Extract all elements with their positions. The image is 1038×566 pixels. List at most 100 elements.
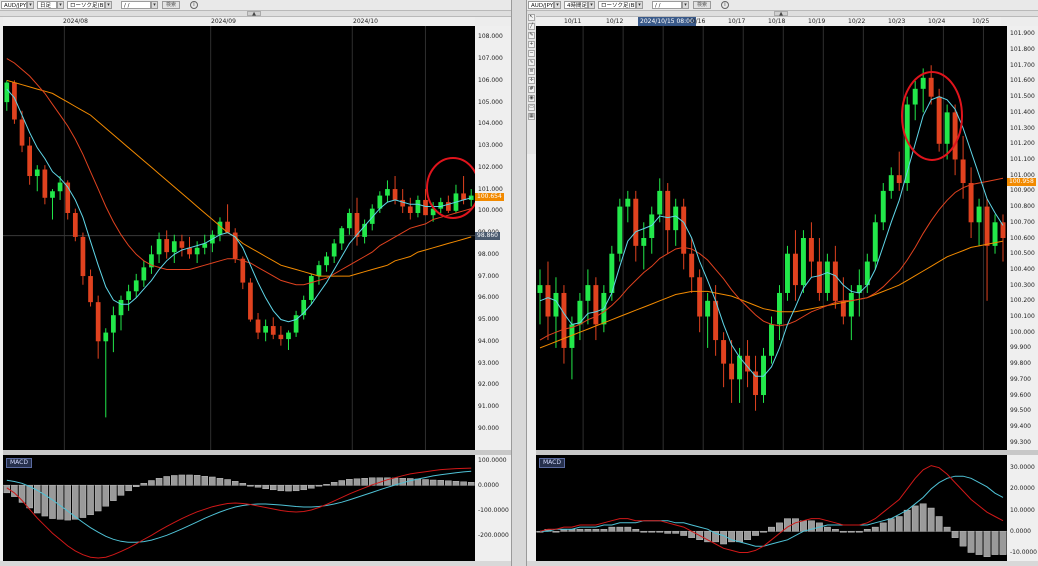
print-tool-icon[interactable]: ▭ [528,104,535,111]
candle-body [72,212,78,237]
histogram-bar [768,526,775,532]
zoom-in-icon[interactable]: + [528,41,535,48]
symbol-select[interactable]: AUD/JPY [1,1,27,9]
chart-type-select[interactable]: ローソク足(BID) [598,1,636,9]
histogram-bar [552,531,560,533]
price-tick: 99.700 [1010,375,1031,383]
candle-body [88,276,93,303]
price-tick: 100.900 [1010,187,1035,195]
price-tick: 99.500 [1010,407,1031,415]
info-icon[interactable]: i [721,1,729,9]
candle-body [347,212,352,229]
histogram-bar [975,531,983,555]
date-label: 10/12 [606,18,624,25]
macd-axis: 100.0000 0.0000 -100.0000 -200.0000 [475,455,511,561]
calendar-dropdown-icon[interactable]: ▾ [151,1,158,9]
chart-type-dropdown-icon[interactable]: ▾ [636,1,643,9]
symbol-select[interactable]: AUD/JPY [528,1,554,9]
chart-window-daily: AUD/JPY ▾ 日足 ▾ ローソク足(BID) ▾ / / ▾ 検索 i ▲… [0,0,511,566]
histogram-bar [201,476,208,486]
search-button[interactable]: 検索 [162,1,181,9]
candle-body [721,340,727,364]
candle-body [423,199,428,216]
histogram-bar [338,480,346,486]
macd-panel[interactable]: MACD [536,455,1007,561]
collapse-arrow-icon[interactable]: ▲ [774,11,788,17]
layout-tool-icon[interactable]: ▦ [528,113,535,120]
date-input[interactable]: / / [652,1,682,9]
candle-body [872,222,878,262]
macd-label: MACD [539,458,565,468]
calendar-dropdown-icon[interactable]: ▾ [682,1,689,9]
price-tick: 91.000 [478,403,499,410]
eye-tool-icon[interactable]: ◉ [528,95,535,102]
bottom-scrollbar[interactable] [527,561,1038,566]
candle-body [976,206,982,223]
zoom-out-icon[interactable]: − [528,50,535,57]
date-input[interactable]: / / [121,1,151,9]
candle-body [553,292,559,317]
grid-tool-icon[interactable]: # [528,86,535,93]
candle-body [920,77,926,89]
histogram-bar [315,485,323,487]
histogram-bar [277,485,285,492]
candle-body [111,315,116,333]
chart-type-select[interactable]: ローソク足(BID) [67,1,105,9]
histogram-bar [648,531,656,533]
candle-body [164,239,170,253]
candle-body [407,206,413,213]
timeframe-dropdown-icon[interactable]: ▾ [588,1,595,9]
macd-panel[interactable]: MACD [3,455,475,561]
date-label: 2024/08 [63,18,88,25]
ma-mid-line [6,58,472,286]
indicator-tool-icon[interactable]: ∿ [528,59,535,66]
candle-body [896,175,902,184]
candle-body [118,299,124,316]
histogram-bar [752,531,759,536]
trendline-tool-icon[interactable]: ╱ [528,23,535,30]
candle-body [255,319,261,333]
collapse-arrow-icon[interactable]: ▲ [247,11,261,17]
histogram-bar [270,485,277,491]
histogram-bar [407,478,414,486]
timeframe-select[interactable]: 日足 [37,1,57,9]
crosshair-tool-icon[interactable]: ✛ [528,77,535,84]
symbol-dropdown-icon[interactable]: ▾ [554,1,561,9]
candle-body [832,261,838,301]
info-icon[interactable]: i [190,1,198,9]
current-price-tag: 100.958 [1007,177,1036,186]
cursor-tool-icon[interactable]: ↖ [528,14,535,21]
candle-body [729,363,735,380]
histogram-bar [148,480,155,486]
histogram-bar [460,481,467,486]
timeframe-dropdown-icon[interactable]: ▾ [57,1,64,9]
window-divider[interactable] [511,0,527,566]
histogram-bar [94,485,102,512]
candle-body [761,355,766,396]
histogram-bar [452,481,460,486]
candle-body [537,285,543,293]
timeframe-select[interactable]: 4時間足 [564,1,588,9]
price-tick: 94.000 [478,337,499,345]
histogram-bar [792,518,799,532]
price-tick: 103.000 [478,142,503,150]
chart-type-dropdown-icon[interactable]: ▾ [105,1,112,9]
ma-slow-line [6,79,472,277]
date-label: 10/17 [728,18,746,25]
histogram-bar [616,526,624,532]
price-tick: 100.800 [1010,203,1035,211]
symbol-dropdown-icon[interactable]: ▾ [27,1,34,9]
price-chart[interactable] [536,26,1007,450]
price-axis: 108.000 107.000 106.000 105.000 104.000 103.0… [475,26,511,450]
bottom-scrollbar[interactable] [0,561,511,566]
price-chart[interactable] [3,26,475,450]
histogram-bar [624,526,632,532]
histogram-bar [919,503,927,532]
search-button[interactable]: 検索 [693,1,712,9]
histogram-bar [72,485,79,520]
pen-tool-icon[interactable]: ✎ [528,32,535,39]
date-label: 2024/10 [353,18,378,25]
candle-body [57,182,63,192]
fibonacci-tool-icon[interactable]: ≡ [528,68,535,75]
price-tick: 100.200 [1010,297,1035,305]
